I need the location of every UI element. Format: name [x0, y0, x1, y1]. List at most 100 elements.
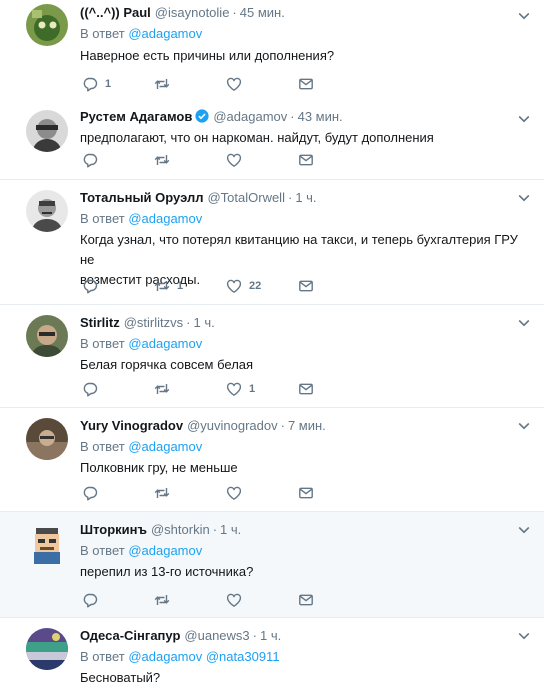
reply-button[interactable]	[82, 152, 98, 168]
reply-context: В ответ @adagamov	[80, 25, 530, 43]
tweet-timestamp[interactable]: 45 мин.	[240, 3, 285, 23]
chevron-down-icon[interactable]	[518, 422, 530, 430]
reply-mention-link[interactable]: @adagamov	[128, 336, 202, 351]
avatar[interactable]	[26, 628, 68, 670]
reply-prefix: В ответ	[80, 336, 125, 351]
tweet[interactable]: Тотальный Оруэлл @TotalOrwell · 1 ч. В о…	[0, 180, 544, 305]
like-button[interactable]	[226, 592, 242, 608]
avatar[interactable]	[26, 190, 68, 232]
retweet-count: 1	[177, 280, 184, 292]
like-button[interactable]	[226, 76, 242, 92]
tweet-timestamp[interactable]: 43 мин.	[298, 107, 343, 127]
retweet-button[interactable]	[154, 152, 170, 168]
envelope-icon	[298, 278, 314, 294]
retweet-icon	[154, 278, 170, 294]
tweet[interactable]: Шторкинъ @shtorkin · 1 ч. В ответ @adaga…	[0, 512, 544, 618]
tweet-author-handle[interactable]: @yuvinogradov	[187, 416, 278, 436]
tweet-text: Бесноватый?	[80, 670, 161, 685]
retweet-icon	[154, 152, 170, 168]
reply-context: В ответ @adagamov	[80, 210, 530, 228]
avatar[interactable]	[26, 4, 68, 46]
like-button[interactable]	[226, 152, 242, 168]
tweet-author-name[interactable]: Тотальный Оруэлл	[80, 188, 203, 208]
tweet-author-handle[interactable]: @TotalOrwell	[207, 188, 285, 208]
direct-message-button[interactable]	[298, 381, 314, 397]
direct-message-button[interactable]	[298, 485, 314, 501]
retweet-button[interactable]	[154, 592, 170, 608]
tweet-author-handle[interactable]: @stirlitzvs	[124, 313, 183, 333]
tweet[interactable]: Одеса-Сінгапур @uanews3 · 1 ч. В ответ @…	[0, 618, 544, 692]
tweet[interactable]: Рустем Адагамов @adagamov · 43 мин. пред…	[0, 100, 544, 180]
reply-icon	[82, 592, 98, 608]
tweet[interactable]: Stirlitz @stirlitzvs · 1 ч. В ответ @ada…	[0, 305, 544, 408]
avatar[interactable]	[26, 315, 68, 357]
reply-prefix: В ответ	[80, 211, 125, 226]
retweet-button[interactable]: 1	[154, 278, 183, 294]
tweet-author-handle[interactable]: @shtorkin	[151, 520, 210, 540]
tweet-author-handle[interactable]: @isaynotolie	[155, 3, 230, 23]
reply-button[interactable]	[82, 381, 98, 397]
chevron-down-icon[interactable]	[518, 115, 530, 123]
chevron-down-icon[interactable]	[518, 12, 530, 20]
avatar[interactable]	[26, 110, 68, 152]
tweet-author-name[interactable]: Рустем Адагамов	[80, 107, 192, 127]
reply-button[interactable]: 1	[82, 76, 111, 92]
tweet-timestamp[interactable]: 1 ч.	[220, 520, 241, 540]
reply-mention-link[interactable]: @adagamov	[128, 211, 202, 226]
reply-icon	[82, 381, 98, 397]
like-button[interactable]: 1	[226, 381, 255, 397]
tweet-author-handle[interactable]: @adagamov	[213, 107, 287, 127]
reply-mention-link[interactable]: @nata30911	[206, 649, 280, 664]
tweet-author-name[interactable]: Шторкинъ	[80, 520, 147, 540]
reply-prefix: В ответ	[80, 439, 125, 454]
reply-button[interactable]	[82, 485, 98, 501]
envelope-icon	[298, 152, 314, 168]
direct-message-button[interactable]	[298, 152, 314, 168]
verified-badge-icon	[195, 109, 209, 123]
separator-dot: ·	[232, 5, 237, 20]
avatar[interactable]	[26, 418, 68, 460]
reply-mention-link[interactable]: @adagamov	[128, 26, 202, 41]
tweet[interactable]: ((^..^)) Paul @isaynotolie · 45 мин. В о…	[0, 0, 544, 100]
reply-context: В ответ @adagamov @nata30911	[80, 648, 530, 666]
chevron-down-icon[interactable]	[518, 526, 530, 534]
tweet-text-line: Когда узнал, что потерял квитанцию на та…	[80, 232, 518, 267]
reply-context: В ответ @adagamov	[80, 438, 530, 456]
reply-mention-link[interactable]: @adagamov	[128, 649, 202, 664]
direct-message-button[interactable]	[298, 76, 314, 92]
separator-dot: ·	[280, 418, 285, 433]
reply-mention-link[interactable]: @adagamov	[128, 439, 202, 454]
direct-message-button[interactable]	[298, 278, 314, 294]
heart-icon	[226, 381, 242, 397]
tweet-author-name[interactable]: Одеса-Сінгапур	[80, 626, 180, 646]
chevron-down-icon[interactable]	[518, 194, 530, 202]
chevron-down-icon[interactable]	[518, 632, 530, 640]
reply-mention-link[interactable]: @adagamov	[128, 543, 202, 558]
like-button[interactable]: 22	[226, 278, 261, 294]
retweet-button[interactable]	[154, 76, 170, 92]
retweet-button[interactable]	[154, 381, 170, 397]
tweet-timestamp[interactable]: 1 ч.	[194, 313, 215, 333]
like-button[interactable]	[226, 485, 242, 501]
heart-icon	[226, 76, 242, 92]
retweet-button[interactable]	[154, 485, 170, 501]
tweet-timestamp[interactable]: 1 ч.	[295, 188, 316, 208]
tweet-timestamp[interactable]: 1 ч.	[260, 626, 281, 646]
avatar[interactable]	[26, 522, 68, 564]
reply-button[interactable]	[82, 278, 98, 294]
envelope-icon	[298, 485, 314, 501]
tweet-author-handle[interactable]: @uanews3	[184, 626, 249, 646]
retweet-icon	[154, 592, 170, 608]
reply-button[interactable]	[82, 592, 98, 608]
direct-message-button[interactable]	[298, 592, 314, 608]
tweet-text: предполагают, что он наркоман. найдут, б…	[80, 130, 434, 145]
reply-prefix: В ответ	[80, 649, 125, 664]
conversation-timeline: ((^..^)) Paul @isaynotolie · 45 мин. В о…	[0, 0, 544, 692]
tweet-author-name[interactable]: ((^..^)) Paul	[80, 3, 151, 23]
tweet-author-name[interactable]: Stirlitz	[80, 313, 120, 333]
tweet-timestamp[interactable]: 7 мин.	[288, 416, 326, 436]
tweet-author-name[interactable]: Yury Vinogradov	[80, 416, 183, 436]
envelope-icon	[298, 381, 314, 397]
tweet[interactable]: Yury Vinogradov @yuvinogradov · 7 мин. В…	[0, 408, 544, 512]
chevron-down-icon[interactable]	[518, 319, 530, 327]
